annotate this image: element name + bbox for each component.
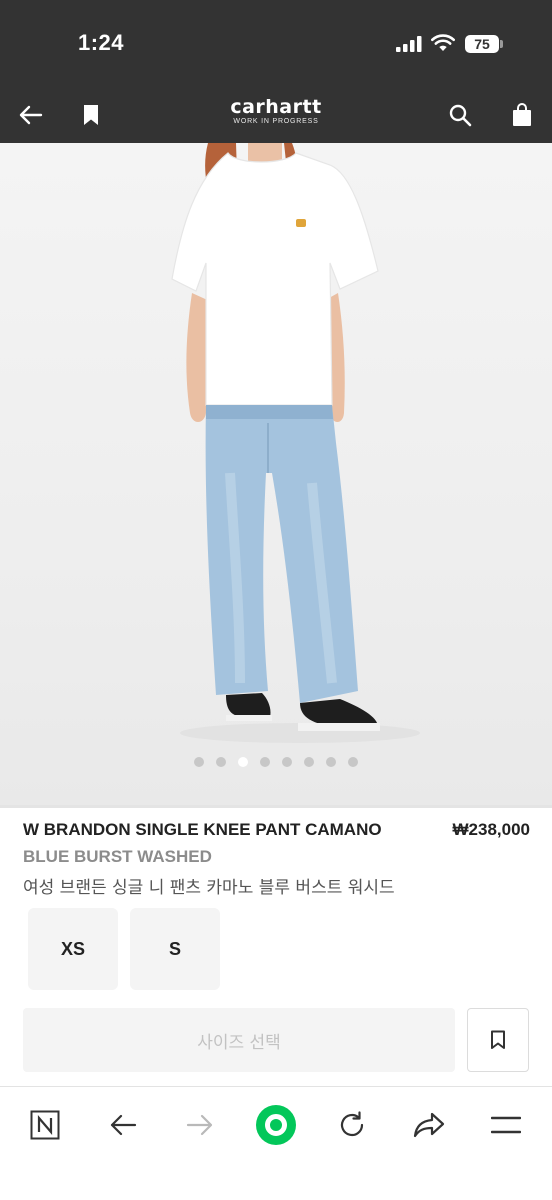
wishlist-button[interactable] xyxy=(467,1008,529,1072)
shopping-bag-icon[interactable] xyxy=(507,100,537,130)
carousel-dot[interactable] xyxy=(194,757,204,767)
app-header: carhartt WORK IN PROGRESS xyxy=(0,88,552,143)
carousel-dot[interactable] xyxy=(282,757,292,767)
size-option-s[interactable]: S xyxy=(130,908,220,990)
status-time: 1:24 xyxy=(78,30,125,55)
status-bar: 1:24 75 xyxy=(0,0,552,88)
battery-cap xyxy=(500,40,503,48)
battery-level: 75 xyxy=(465,35,499,53)
green-dot-home-icon[interactable] xyxy=(254,1103,298,1147)
carousel-dot[interactable] xyxy=(216,757,226,767)
carousel-dot[interactable] xyxy=(260,757,270,767)
forward-arrow-icon[interactable] xyxy=(178,1103,222,1147)
share-icon[interactable] xyxy=(407,1103,451,1147)
product-title-korean: 여성 브랜든 싱글 니 팬츠 카마노 블루 버스트 워시드 xyxy=(23,878,395,898)
reload-icon[interactable] xyxy=(330,1103,374,1147)
section-divider xyxy=(0,805,552,808)
product-price: ₩238,000 xyxy=(452,820,531,839)
carousel-dot[interactable] xyxy=(348,757,358,767)
size-option-xs[interactable]: XS xyxy=(28,908,118,990)
naver-n-icon[interactable] xyxy=(23,1103,67,1147)
carousel-dot[interactable] xyxy=(238,757,248,767)
wifi-icon xyxy=(431,34,455,57)
select-size-button[interactable]: 사이즈 선택 xyxy=(23,1008,455,1072)
menu-icon[interactable] xyxy=(484,1103,528,1147)
product-photo xyxy=(171,143,420,743)
cellular-signal-icon xyxy=(396,36,422,57)
product-title: W BRANDON SINGLE KNEE PANT CAMANO xyxy=(23,820,382,839)
product-image-carousel[interactable] xyxy=(0,143,552,805)
browser-toolbar xyxy=(0,1086,552,1200)
product-color-name: BLUE BURST WASHED xyxy=(23,847,212,866)
back-arrow-icon[interactable] xyxy=(101,1103,145,1147)
carousel-dot[interactable] xyxy=(326,757,336,767)
carousel-dot[interactable] xyxy=(304,757,314,767)
carousel-indicator xyxy=(0,757,552,767)
bookmark-outline-icon xyxy=(491,1030,505,1049)
search-icon[interactable] xyxy=(445,100,475,130)
